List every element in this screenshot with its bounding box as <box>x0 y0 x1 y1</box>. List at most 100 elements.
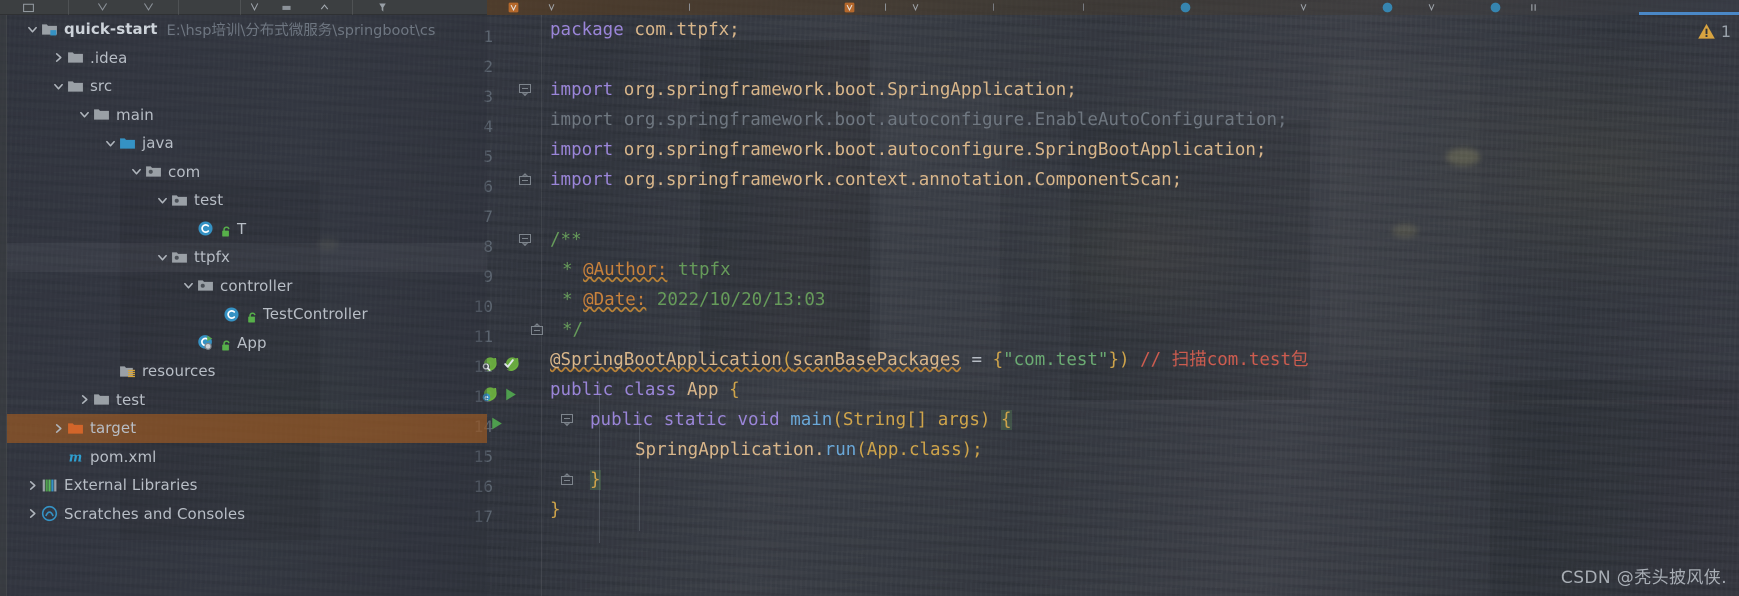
javadoc-star: * <box>562 290 573 310</box>
tree-row-root[interactable]: quick-start E:\hsp培训\分布式微服务\springboot\c… <box>7 15 487 44</box>
chevron-down-icon[interactable] <box>50 78 67 95</box>
modifier-public-static-void: public static void <box>590 410 780 430</box>
code-line-16: } <box>561 465 601 495</box>
sidebar-left-gutter <box>0 15 7 596</box>
code-line-17: } <box>550 495 561 525</box>
folder-icon <box>67 49 84 66</box>
code-editor[interactable]: 1 2 3 4 5 6 7 8 9 10 11 e 15 16 17 packa… <box>440 15 1739 596</box>
save-all-icon[interactable] <box>22 1 35 14</box>
tree-row-idea[interactable]: .idea <box>7 44 487 73</box>
spring-checked-bean-icon[interactable] <box>502 355 521 374</box>
tree-row-target[interactable]: target <box>7 414 487 443</box>
chevron-down-icon[interactable] <box>76 106 93 123</box>
chevron-down-icon[interactable] <box>102 135 119 152</box>
tab-chevron-5-icon[interactable] <box>1297 1 1310 14</box>
tree-row-test[interactable]: test <box>7 386 487 415</box>
active-tab-underline <box>1639 12 1739 15</box>
undo-icon[interactable] <box>96 1 109 14</box>
package-folder-icon <box>197 277 214 294</box>
warning-triangle-icon[interactable] <box>1697 22 1716 41</box>
fold-end-icon[interactable] <box>518 173 532 187</box>
chevron-right-icon[interactable] <box>76 391 93 408</box>
code-line-11: */ <box>531 315 583 345</box>
tree-row-main[interactable]: main <box>7 101 487 130</box>
method-params: (String[] args) <box>832 410 991 430</box>
run-arguments: (App.class); <box>856 440 983 460</box>
tree-row-scratches-and-consoles[interactable]: Scratches and Consoles <box>7 500 487 529</box>
tab-chevron-6-icon[interactable] <box>1425 1 1438 14</box>
chevron-down-icon[interactable] <box>24 21 41 38</box>
springapplication-ref: SpringApplication. <box>635 440 825 460</box>
tree-row-java[interactable]: java <box>7 129 487 158</box>
project-tool-window[interactable]: quick-start E:\hsp培训\分布式微服务\springboot\c… <box>0 15 487 596</box>
tab-chevron-icon[interactable] <box>545 1 558 14</box>
run-config-icon[interactable] <box>248 1 261 14</box>
code-line-4: import org.springframework.boot.autoconf… <box>550 105 1288 135</box>
inspection-status[interactable]: 1 <box>1697 22 1731 41</box>
fold-collapse-icon[interactable] <box>518 83 532 97</box>
warning-count: 1 <box>1720 22 1731 41</box>
tab-chevron-2-icon[interactable] <box>683 1 696 14</box>
tree-row-test[interactable]: test <box>7 186 487 215</box>
tree-row-app[interactable]: App <box>7 329 487 358</box>
java-class-icon <box>223 306 240 323</box>
package-folder-icon <box>145 163 162 180</box>
javadoc-tag-date: @Date: <box>583 290 647 310</box>
tree-row-t[interactable]: T <box>7 215 487 244</box>
tree-row-external-libraries[interactable]: External Libraries <box>7 471 487 500</box>
tree-row-com[interactable]: com <box>7 158 487 187</box>
java-class-runnable-icon <box>197 334 214 351</box>
tab-java-icon[interactable] <box>1179 1 1192 14</box>
tree-row-label: resources <box>142 362 216 381</box>
tab-chevron-3-icon[interactable] <box>879 1 892 14</box>
filter-icon[interactable] <box>376 1 389 14</box>
run-method-icon[interactable] <box>488 415 505 432</box>
tab-xml-2-icon[interactable] <box>843 1 856 14</box>
tree-row-label: com <box>168 162 201 181</box>
project-root-label: quick-start <box>64 20 158 39</box>
project-tree[interactable]: quick-start E:\hsp培训\分布式微服务\springboot\c… <box>7 15 487 528</box>
chevron-down-icon[interactable] <box>180 277 197 294</box>
chevron-down-icon[interactable] <box>128 163 145 180</box>
code-text[interactable]: package com.ttpfx; import org.springfram… <box>519 15 1739 596</box>
run-class-icon[interactable] <box>502 386 519 403</box>
fold-end-icon[interactable] <box>560 473 574 487</box>
import-name: org.springframework.boot.SpringApplicati… <box>623 80 1077 100</box>
code-line-3: import org.springframework.boot.SpringAp… <box>519 75 1077 105</box>
tab-java-2-icon[interactable] <box>1381 1 1394 14</box>
package-folder-icon <box>171 249 188 266</box>
tab-active-java-icon[interactable] <box>1489 1 1502 14</box>
collapse-icon[interactable] <box>318 1 331 14</box>
method-brace-open: { <box>1000 410 1012 430</box>
chevron-down-icon[interactable] <box>154 249 171 266</box>
chevron-down-icon[interactable] <box>154 192 171 209</box>
tree-row-pom-xml[interactable]: m pom.xml <box>7 443 487 472</box>
tree-row-src[interactable]: src <box>7 72 487 101</box>
tree-row-resources[interactable]: resources <box>7 357 487 386</box>
tree-row-controller[interactable]: controller <box>7 272 487 301</box>
tree-no-arrow <box>180 334 197 351</box>
code-line-14: public static void main(String[] args) { <box>561 405 1012 435</box>
maven-pom-icon: m <box>67 448 84 466</box>
chevron-right-icon[interactable] <box>24 505 41 522</box>
tree-row-ttpfx[interactable]: ttpfx <box>7 243 487 272</box>
class-name-app: App <box>686 380 719 400</box>
tab-active-chevron-icon[interactable] <box>1527 1 1540 14</box>
chevron-right-icon[interactable] <box>50 49 67 66</box>
fold-collapse-icon[interactable] <box>560 413 574 427</box>
fold-collapse-icon[interactable] <box>518 233 532 247</box>
keyword-import-unused: import <box>550 110 614 130</box>
java-class-icon <box>197 220 214 237</box>
tab-xml-icon[interactable] <box>507 1 520 14</box>
javadoc-tag-author: @Author: <box>583 260 668 280</box>
tree-row-testcontroller[interactable]: TestController <box>7 300 487 329</box>
build-icon[interactable] <box>280 1 293 14</box>
chevron-right-icon[interactable] <box>50 420 67 437</box>
redo-icon[interactable] <box>142 1 155 14</box>
resources-folder-icon <box>119 363 136 380</box>
ide-window: 1 2 3 4 5 6 7 8 9 10 11 e 15 16 17 packa… <box>0 0 1739 596</box>
tab-chevron-4-icon[interactable] <box>909 1 922 14</box>
fold-end-icon[interactable] <box>530 323 544 337</box>
chevron-right-icon[interactable] <box>24 477 41 494</box>
keyword-import: import <box>550 140 614 160</box>
